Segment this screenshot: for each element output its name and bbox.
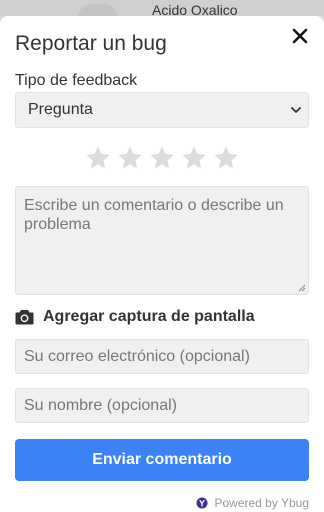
rating-star-3[interactable] (148, 144, 176, 172)
camera-icon (15, 309, 34, 325)
feedback-type-select[interactable]: Pregunta (15, 92, 309, 128)
rating-stars (84, 144, 240, 172)
modal-title: Reportar un bug (15, 32, 167, 55)
chevron-down-icon (291, 107, 301, 113)
name-field[interactable]: Su nombre (opcional) (15, 388, 309, 423)
star-icon (86, 146, 110, 169)
powered-by-link[interactable]: Powered by Ybug (196, 496, 309, 510)
star-icon (214, 146, 238, 169)
email-field[interactable]: Su correo electrónico (opcional) (15, 339, 309, 374)
rating-star-4[interactable] (180, 144, 208, 172)
rating-star-1[interactable] (84, 144, 112, 172)
email-placeholder: Su correo electrónico (opcional) (24, 348, 250, 365)
rating-star-2[interactable] (116, 144, 144, 172)
star-icon (182, 146, 206, 169)
submit-feedback-button[interactable]: Enviar comentario (15, 439, 309, 481)
close-button[interactable] (290, 26, 310, 46)
report-bug-modal: Reportar un bug Tipo de feedback Pregunt… (0, 16, 324, 512)
add-screenshot-button[interactable]: Agregar captura de pantalla (15, 308, 255, 326)
add-screenshot-label: Agregar captura de pantalla (43, 308, 255, 325)
name-placeholder: Su nombre (opcional) (24, 397, 177, 414)
star-icon (118, 146, 142, 169)
feedback-type-label: Tipo de feedback (15, 72, 138, 89)
ybug-logo-icon (196, 497, 208, 509)
star-icon (150, 146, 174, 169)
rating-star-5[interactable] (212, 144, 240, 172)
close-icon (292, 28, 308, 44)
comment-placeholder: Escribe un comentario o describe un prob… (24, 197, 284, 233)
feedback-type-value: Pregunta (28, 101, 93, 118)
comment-textarea[interactable]: Escribe un comentario o describe un prob… (15, 186, 309, 295)
resize-grip-icon[interactable] (298, 284, 306, 292)
powered-by-text: Powered by Ybug (214, 496, 309, 510)
